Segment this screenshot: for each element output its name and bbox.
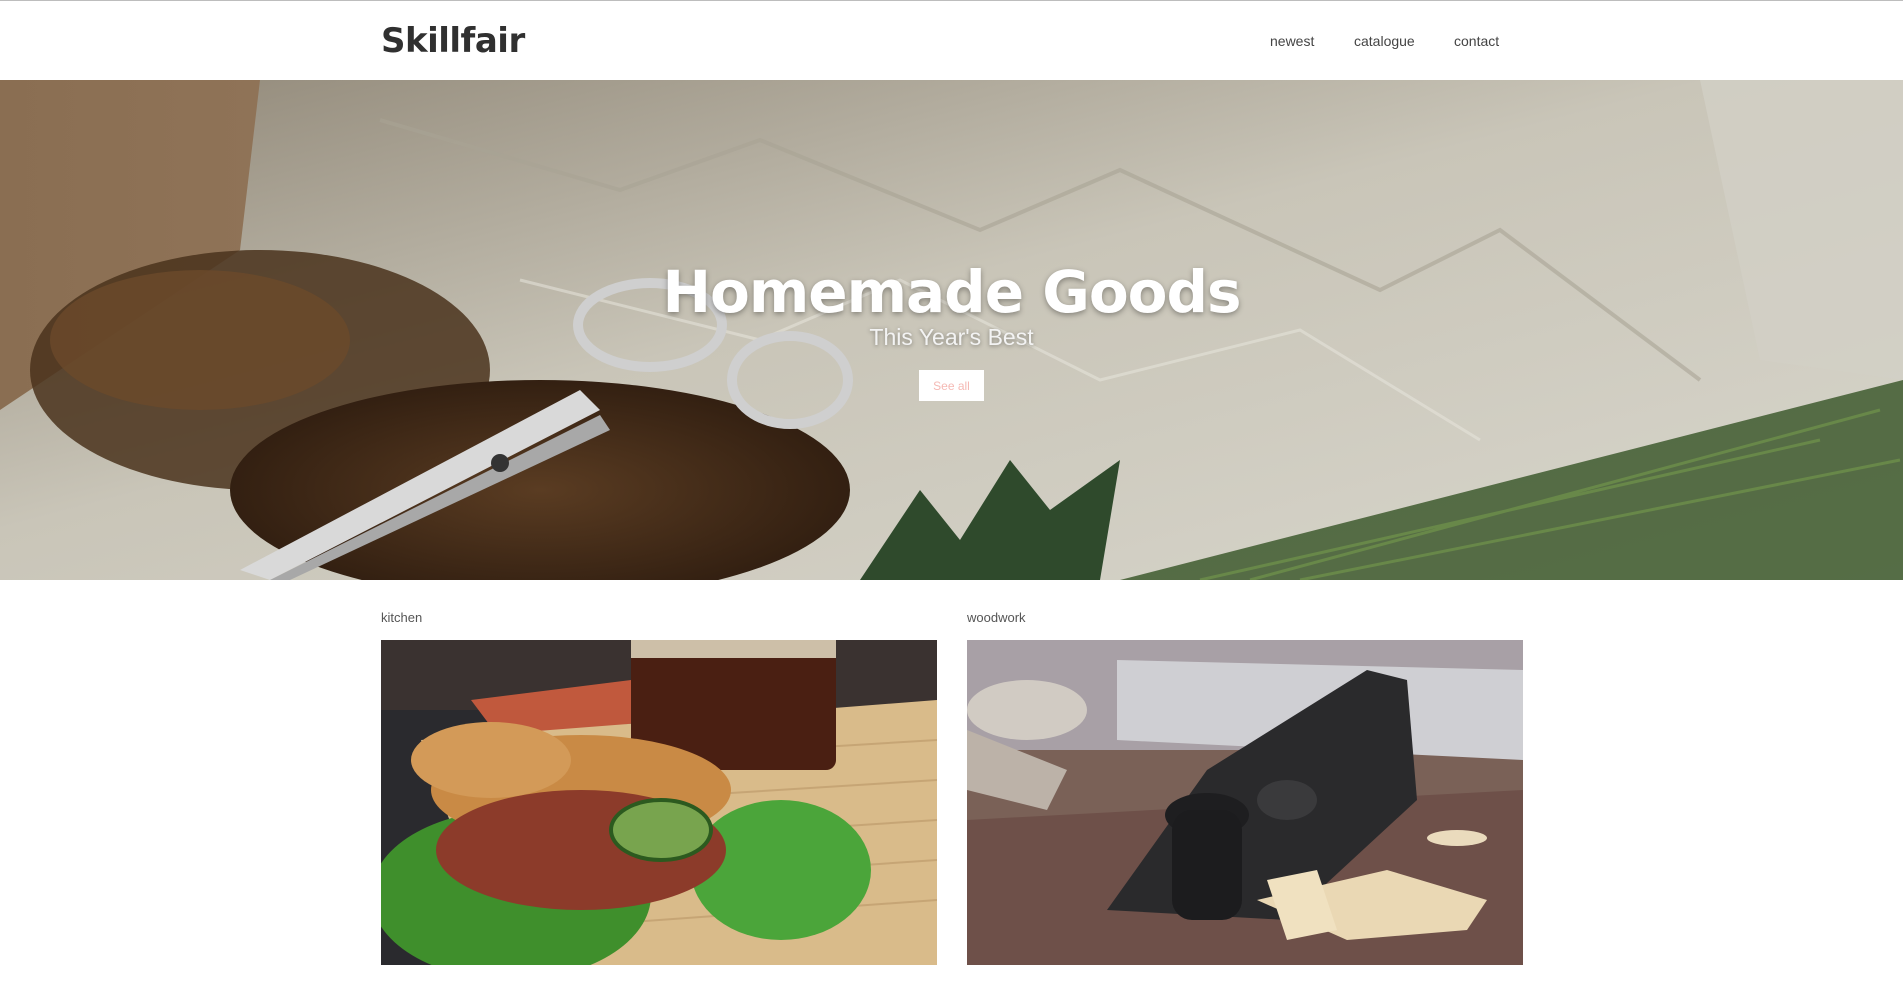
nav-item-newest[interactable]: newest <box>1270 33 1314 49</box>
category-label-woodwork: woodwork <box>967 610 1026 625</box>
nav-item-catalogue[interactable]: catalogue <box>1354 33 1415 49</box>
kitchen-image <box>381 640 937 965</box>
category-card-woodwork[interactable] <box>967 640 1523 965</box>
nav-item-contact[interactable]: contact <box>1454 33 1499 49</box>
site-header: Skillfair newest catalogue contact <box>0 1 1903 80</box>
hero-subtitle: This Year's Best <box>869 324 1034 350</box>
category-label-kitchen: kitchen <box>381 610 423 625</box>
site-logo[interactable]: Skillfair <box>381 21 525 61</box>
woodwork-image <box>967 640 1523 965</box>
category-card-kitchen[interactable] <box>381 640 937 965</box>
hero-banner: Homemade Goods This Year's Best See all <box>0 80 1903 580</box>
see-all-button[interactable]: See all <box>919 370 984 401</box>
hero-title: Homemade Goods <box>662 258 1241 326</box>
